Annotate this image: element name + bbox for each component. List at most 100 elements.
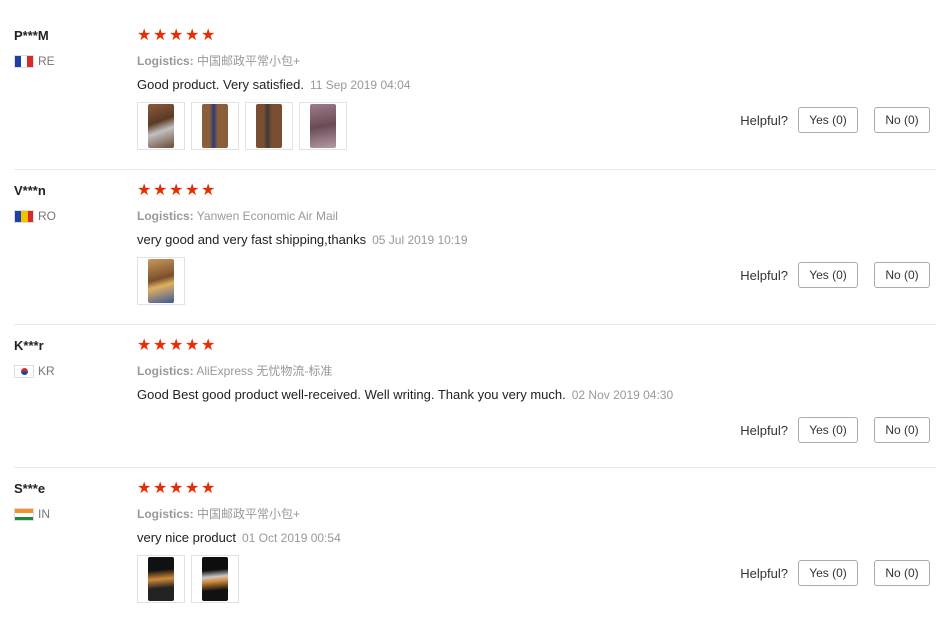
star-icon: ★: [137, 337, 152, 354]
star-icon: ★: [153, 337, 168, 354]
logistics-value: Yanwen Economic Air Mail: [196, 209, 338, 223]
review-divider: [14, 169, 936, 170]
country-code: KR: [38, 364, 55, 378]
logistics-value: 中国邮政平常小包+: [197, 54, 301, 68]
photo-image: [202, 104, 228, 148]
photo-image: [148, 259, 174, 303]
logistics-info: Logistics: 中国邮政平常小包+: [137, 53, 950, 69]
helpful-yes-button[interactable]: Yes (0): [798, 262, 858, 288]
star-icon: ★: [185, 337, 200, 354]
review-photo-thumbnail[interactable]: [137, 102, 185, 150]
review-content: ★ ★ ★ ★ ★ Logistics: AliExpress 无忧物流-标准 …: [137, 338, 950, 403]
helpful-no-button[interactable]: No (0): [874, 417, 930, 443]
review-text-line: very nice product 01 Oct 2019 00:54: [137, 530, 950, 546]
star-icon: ★: [201, 182, 216, 199]
star-icon: ★: [169, 27, 184, 44]
review-photos: [137, 257, 185, 305]
reviewer-name: S***e: [14, 481, 46, 496]
review-content: ★ ★ ★ ★ ★ Logistics: 中国邮政平常小包+ Good prod…: [137, 28, 950, 93]
helpful-vote: Helpful? Yes (0) No (0): [740, 560, 930, 586]
review-photo-thumbnail[interactable]: [191, 555, 239, 603]
photo-image: [256, 104, 282, 148]
star-icon: ★: [137, 182, 152, 199]
flag-india-icon: [14, 507, 34, 521]
helpful-vote: Helpful? Yes (0) No (0): [740, 417, 930, 443]
photo-image: [310, 104, 336, 148]
helpful-label: Helpful?: [740, 565, 788, 581]
star-rating: ★ ★ ★ ★ ★: [137, 28, 950, 44]
review-text: very nice product: [137, 530, 236, 545]
star-icon: ★: [153, 480, 168, 497]
star-icon: ★: [185, 27, 200, 44]
logistics-info: Logistics: AliExpress 无忧物流-标准: [137, 363, 950, 379]
review-text: Good Best good product well-received. We…: [137, 387, 566, 402]
star-icon: ★: [185, 182, 200, 199]
helpful-yes-button[interactable]: Yes (0): [798, 417, 858, 443]
review-date: 11 Sep 2019 04:04: [309, 78, 411, 92]
helpful-yes-button[interactable]: Yes (0): [798, 560, 858, 586]
review-text-line: very good and very fast shipping,thanks 0…: [137, 232, 950, 248]
reviewer-country: KR: [14, 364, 124, 378]
helpful-no-button[interactable]: No (0): [874, 107, 930, 133]
helpful-label: Helpful?: [740, 267, 788, 283]
flag-romania-icon: [14, 209, 34, 223]
logistics-value: 中国邮政平常小包+: [197, 507, 301, 521]
helpful-label: Helpful?: [740, 112, 788, 128]
helpful-yes-button[interactable]: Yes (0): [798, 107, 858, 133]
flag-france-icon: [14, 54, 34, 68]
review-photos: [137, 102, 347, 150]
review-divider: [14, 467, 936, 468]
star-icon: ★: [169, 337, 184, 354]
logistics-label: Logistics:: [137, 54, 194, 68]
country-code: IN: [38, 507, 50, 521]
photo-image: [202, 557, 228, 601]
reviewer-name: V***n: [14, 183, 46, 198]
review-date: 02 Nov 2019 04:30: [571, 388, 674, 402]
review-text-line: Good Best good product well-received. We…: [137, 387, 950, 403]
review-text: very good and very fast shipping,thanks: [137, 232, 367, 247]
star-rating: ★ ★ ★ ★ ★: [137, 183, 950, 199]
helpful-label: Helpful?: [740, 422, 788, 438]
review-photo-thumbnail[interactable]: [299, 102, 347, 150]
review-photo-thumbnail[interactable]: [245, 102, 293, 150]
reviewer-info: K***r KR: [14, 338, 124, 378]
logistics-label: Logistics:: [137, 507, 194, 521]
review-photo-thumbnail[interactable]: [137, 257, 185, 305]
star-icon: ★: [153, 27, 168, 44]
reviewer-country: RE: [14, 54, 124, 68]
flag-south-korea-icon: [14, 364, 34, 378]
star-icon: ★: [137, 480, 152, 497]
logistics-info: Logistics: 中国邮政平常小包+: [137, 506, 950, 522]
logistics-value: AliExpress 无忧物流-标准: [196, 364, 333, 378]
star-rating: ★ ★ ★ ★ ★: [137, 338, 950, 354]
review-photo-thumbnail[interactable]: [137, 555, 185, 603]
star-icon: ★: [201, 27, 216, 44]
photo-image: [148, 104, 174, 148]
review-photos: [137, 555, 239, 603]
review-text-line: Good product. Very satisfied. 11 Sep 2019…: [137, 77, 950, 93]
reviewer-info: V***n RO: [14, 183, 124, 223]
review-divider: [14, 324, 936, 325]
helpful-vote: Helpful? Yes (0) No (0): [740, 107, 930, 133]
star-rating: ★ ★ ★ ★ ★: [137, 481, 950, 497]
review-photo-thumbnail[interactable]: [191, 102, 239, 150]
logistics-info: Logistics: Yanwen Economic Air Mail: [137, 208, 950, 224]
reviewer-name: P***M: [14, 28, 49, 43]
star-icon: ★: [201, 337, 216, 354]
logistics-label: Logistics:: [137, 364, 194, 378]
review-date: 05 Jul 2019 10:19: [372, 233, 468, 247]
review-content: ★ ★ ★ ★ ★ Logistics: Yanwen Economic Air…: [137, 183, 950, 248]
country-code: RE: [38, 54, 55, 68]
photo-image: [148, 557, 174, 601]
helpful-no-button[interactable]: No (0): [874, 262, 930, 288]
helpful-no-button[interactable]: No (0): [874, 560, 930, 586]
star-icon: ★: [169, 480, 184, 497]
star-icon: ★: [169, 182, 184, 199]
review-content: ★ ★ ★ ★ ★ Logistics: 中国邮政平常小包+ very nice…: [137, 481, 950, 546]
reviewer-country: IN: [14, 507, 124, 521]
reviewer-name: K***r: [14, 338, 44, 353]
reviewer-info: S***e IN: [14, 481, 124, 521]
reviewer-country: RO: [14, 209, 124, 223]
star-icon: ★: [153, 182, 168, 199]
star-icon: ★: [185, 480, 200, 497]
